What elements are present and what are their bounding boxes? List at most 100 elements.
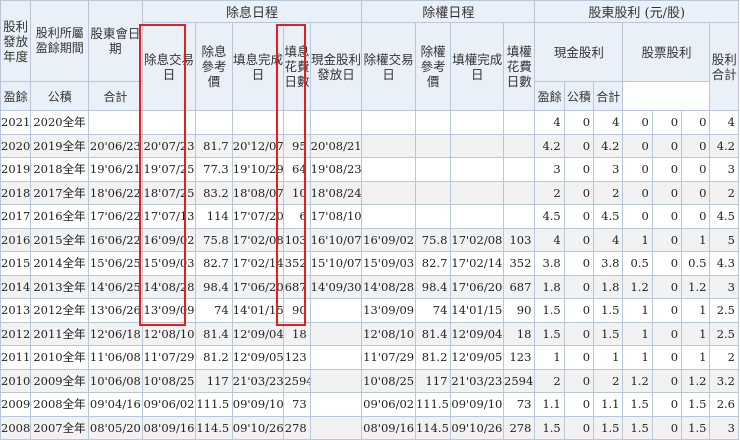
cell-cash-t: 3.8 [593, 251, 624, 276]
group-ex-rights-schedule: 除權日程 [361, 0, 536, 23]
cell-right-fill [450, 133, 505, 158]
cell-ex-right-ref: 81.4 [414, 321, 452, 346]
cell-right-days [503, 110, 536, 135]
cell-cash-e: 4 [534, 110, 565, 135]
cell-ex-div: 09'06/02 [141, 392, 197, 417]
cell-cash-c: 0 [563, 321, 595, 346]
group-shareholder-dividend: 股東股利 (元/股) [534, 0, 739, 23]
cell-ex-right: 09'06/02 [361, 392, 416, 417]
cell-year: 2016 [0, 227, 32, 252]
cell-period: 2011全年 [30, 321, 90, 346]
cell-stock-t: 1.5 [681, 392, 711, 417]
cell-cash-c: 0 [563, 415, 595, 440]
cell-meeting: 15'06/25 [88, 251, 143, 276]
cell-stock-c: 0 [651, 298, 683, 323]
cell-right-days: 352 [503, 251, 536, 276]
table-row: 2009 2008全年 09'04/16 09'06/02 111.5 09'09/10 7… [0, 392, 739, 417]
cell-div-days: 73 [283, 392, 311, 417]
cell-stock-c: 0 [651, 133, 683, 158]
cell-ex-div-ref: 81.2 [195, 345, 233, 370]
cell-div-days: 95 [283, 133, 311, 158]
cell-cash-t: 4 [593, 110, 624, 135]
cell-year: 2015 [0, 251, 32, 276]
cell-ex-right-ref: 74 [414, 298, 452, 323]
header-ex-right-date: 除權交易日 [361, 22, 416, 111]
cell-right-days: 2594 [503, 368, 536, 393]
cell-cash-t: 1 [593, 345, 624, 370]
cell-right-fill [450, 157, 505, 182]
cell-cash-e: 1.8 [534, 274, 565, 299]
cell-period: 2012全年 [30, 298, 90, 323]
cell-right-fill: 17'02/08 [450, 227, 505, 252]
table-row: 2013 2012全年 13'06/26 13'09/09 74 14'01/15 90 13… [0, 298, 739, 323]
cell-year: 2019 [0, 157, 32, 182]
cell-right-fill: 12'09/05 [450, 345, 505, 370]
cell-ex-right [361, 157, 416, 182]
cell-cash-e: 1.5 [534, 321, 565, 346]
cell-ex-div-ref: 111.5 [195, 392, 233, 417]
cell-stock-c: 0 [651, 415, 683, 440]
header-ex-right-ref-price: 除權參考價 [414, 22, 452, 111]
table-row: 2008 2007全年 08'05/20 08'09/16 114.5 09'10/26 2… [0, 415, 739, 440]
cell-ex-div: 12'08/10 [141, 321, 197, 346]
table-row: 2010 2009全年 10'06/08 10'08/25 117 21'03/23 259… [0, 368, 739, 393]
cell-div-fill: 19'10/29 [231, 157, 285, 182]
cell-stock-c: 0 [651, 251, 683, 276]
cell-total: 2 [709, 180, 739, 205]
cell-stock-t: 1.5 [681, 415, 711, 440]
cell-div-fill: 17'07/20 [231, 204, 285, 229]
cell-ex-right-ref: 98.4 [414, 274, 452, 299]
table-row: 2011 2010全年 11'06/08 11'07/29 81.2 12'09/05 12… [0, 345, 739, 370]
table-row: 2019 2018全年 19'06/21 19'07/25 77.3 19'10/29 64… [0, 157, 739, 182]
cell-cash-c: 0 [563, 110, 595, 135]
cell-div-fill: 20'12/07 [231, 133, 285, 158]
cell-year: 2018 [0, 180, 32, 205]
cell-cash-e: 3.8 [534, 251, 565, 276]
cell-meeting: 09'04/16 [88, 392, 143, 417]
cell-cash-e: 1.1 [534, 392, 565, 417]
cell-cash-t: 2 [593, 180, 624, 205]
cell-ex-right: 11'07/29 [361, 345, 416, 370]
cell-ex-div-ref: 75.8 [195, 227, 233, 252]
cell-cash-pay [309, 345, 363, 370]
cell-year: 2012 [0, 321, 32, 346]
cell-right-days [503, 180, 536, 205]
cell-period: 2008全年 [30, 392, 90, 417]
cell-cash-t: 2 [593, 368, 624, 393]
cell-right-days: 687 [503, 274, 536, 299]
cell-ex-right-ref [414, 157, 452, 182]
cell-stock-e: 1.2 [622, 274, 653, 299]
header-stock-dividend: 股票股利 [622, 22, 711, 82]
cell-total: 2.5 [709, 321, 739, 346]
header-ex-div-date: 除息交易日 [141, 22, 197, 111]
cell-year: 2020 [0, 133, 32, 158]
cell-cash-c: 0 [563, 133, 595, 158]
cell-div-fill: 14'01/15 [231, 298, 285, 323]
cell-right-fill: 14'01/15 [450, 298, 505, 323]
cell-stock-e: 1.2 [622, 368, 653, 393]
cell-div-days: 352 [283, 251, 311, 276]
cell-ex-right [361, 110, 416, 135]
cell-cash-c: 0 [563, 345, 595, 370]
cell-meeting: 18'06/22 [88, 180, 143, 205]
cell-ex-div: 19'07/25 [141, 157, 197, 182]
cell-cash-t: 4.2 [593, 133, 624, 158]
cell-ex-right-ref: 114.5 [414, 415, 452, 440]
cell-ex-div-ref: 114.5 [195, 415, 233, 440]
cell-total: 3 [709, 157, 739, 182]
cell-stock-t: 1 [681, 298, 711, 323]
cell-total: 4.3 [709, 251, 739, 276]
cell-div-fill: 17'02/08 [231, 227, 285, 252]
cell-period: 2019全年 [30, 133, 90, 158]
cell-cash-t: 1.5 [593, 321, 624, 346]
cell-cash-c: 0 [563, 157, 595, 182]
cell-stock-t: 0 [681, 157, 711, 182]
cell-cash-pay: 16'10/07 [309, 227, 363, 252]
cell-right-days: 278 [503, 415, 536, 440]
cell-ex-right: 12'08/10 [361, 321, 416, 346]
cell-meeting: 19'06/21 [88, 157, 143, 182]
header-stock-subtotal: 合計 [593, 81, 624, 111]
cell-period: 2007全年 [30, 415, 90, 440]
cell-div-fill: 18'08/07 [231, 180, 285, 205]
cell-ex-right-ref [414, 110, 452, 135]
